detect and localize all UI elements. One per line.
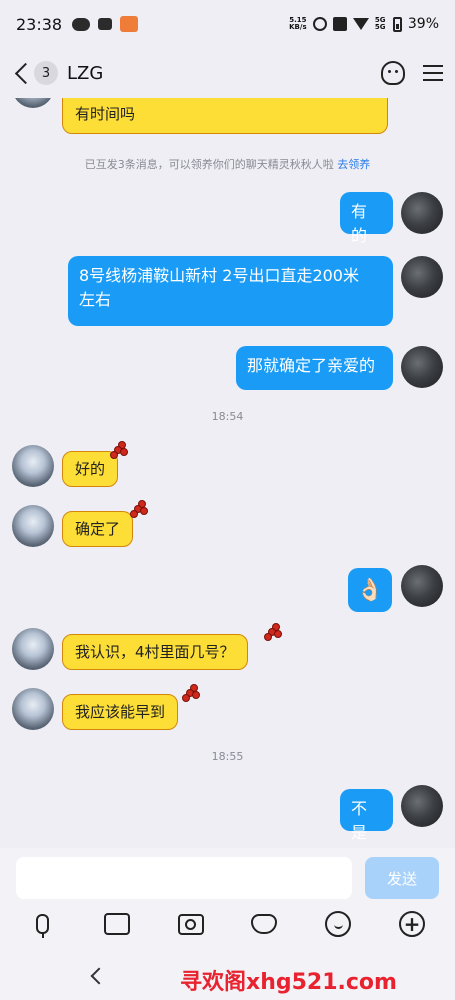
timestamp: 18:54 (211, 410, 244, 423)
mail-icon (98, 18, 113, 30)
mic-icon[interactable] (29, 910, 57, 938)
mask-icon[interactable] (250, 910, 278, 938)
chat-header: 3 LZG (0, 48, 455, 98)
self-avatar[interactable] (401, 785, 443, 827)
signal-icon: 5G 5G (374, 16, 386, 31)
self-avatar[interactable] (401, 565, 443, 607)
candy-decoration-icon (128, 500, 148, 520)
self-avatar[interactable] (401, 346, 443, 388)
wechat-icon (72, 17, 91, 31)
contact-avatar[interactable] (12, 628, 54, 670)
outgoing-emoji-bubble[interactable]: 👌🏻 (348, 568, 392, 612)
network-speed: 5.15 KB/s (289, 16, 307, 31)
self-avatar[interactable] (401, 192, 443, 234)
image-icon[interactable] (103, 910, 131, 938)
plus-icon[interactable] (398, 910, 426, 938)
nfc-icon (332, 17, 347, 31)
contact-avatar[interactable] (12, 98, 54, 108)
chat-title[interactable]: LZG (67, 63, 103, 84)
candy-decoration-icon (262, 623, 282, 643)
status-indicators: 5.15 KB/s 5G 5G 39% (289, 16, 439, 32)
outgoing-message-bubble[interactable]: 8号线杨浦鞍山新村 2号出口直走200米 左右 (68, 256, 393, 326)
contact-avatar[interactable] (12, 445, 54, 487)
unread-count-badge[interactable]: 3 (34, 61, 58, 85)
status-bar: 23:38 5.15 KB/s 5G 5G 39% (0, 0, 455, 48)
wifi-icon (352, 18, 369, 30)
watermark: 寻欢阁xhg521.com (180, 970, 397, 995)
system-nav-bar: 寻欢阁xhg521.com (0, 958, 455, 1000)
system-note: 已互发3条消息，可以领养你们的聊天精灵秋秋人啦 去领养 (84, 158, 371, 171)
send-button[interactable]: 发送 (365, 857, 439, 899)
battery-level: 39% (407, 16, 439, 32)
notification-icons (72, 16, 139, 32)
self-avatar[interactable] (401, 256, 443, 298)
message-input[interactable] (16, 857, 352, 899)
incoming-message-bubble[interactable]: 我认识，4村里面几号？ (62, 634, 248, 670)
app-notification-icon (120, 16, 139, 32)
status-time: 23:38 (16, 14, 63, 34)
incoming-message-bubble[interactable]: 确定了 (62, 511, 134, 547)
candy-decoration-icon (108, 441, 128, 461)
outgoing-message-bubble[interactable]: 有的 (340, 192, 393, 245)
incoming-message-bubble[interactable]: 有时间吗 (62, 98, 388, 134)
back-icon[interactable] (12, 60, 32, 86)
battery-icon (392, 16, 402, 32)
candy-decoration-icon (180, 684, 200, 704)
timestamp: 18:55 (211, 750, 244, 763)
incoming-message-bubble[interactable]: 我应该能早到 (62, 694, 179, 730)
input-toolbar (0, 908, 455, 940)
message-list[interactable]: 有时间吗 已互发3条消息，可以领养你们的聊天精灵秋秋人啦 去领养 有的 8号线杨… (0, 98, 455, 848)
outgoing-message-bubble[interactable]: 那就确定了亲爱的 (236, 346, 393, 390)
contact-avatar[interactable] (12, 688, 54, 730)
menu-icon[interactable] (423, 65, 443, 81)
outgoing-message-bubble[interactable]: 不是 (340, 789, 393, 842)
contact-avatar[interactable] (12, 505, 54, 547)
adopt-link[interactable]: 去领养 (337, 158, 370, 171)
alarm-icon (312, 17, 327, 31)
camera-icon[interactable] (177, 910, 205, 938)
smile-icon[interactable] (324, 910, 352, 938)
nav-back-icon[interactable] (88, 968, 104, 984)
ghost-icon[interactable] (381, 61, 405, 85)
input-area: 发送 (0, 848, 455, 958)
